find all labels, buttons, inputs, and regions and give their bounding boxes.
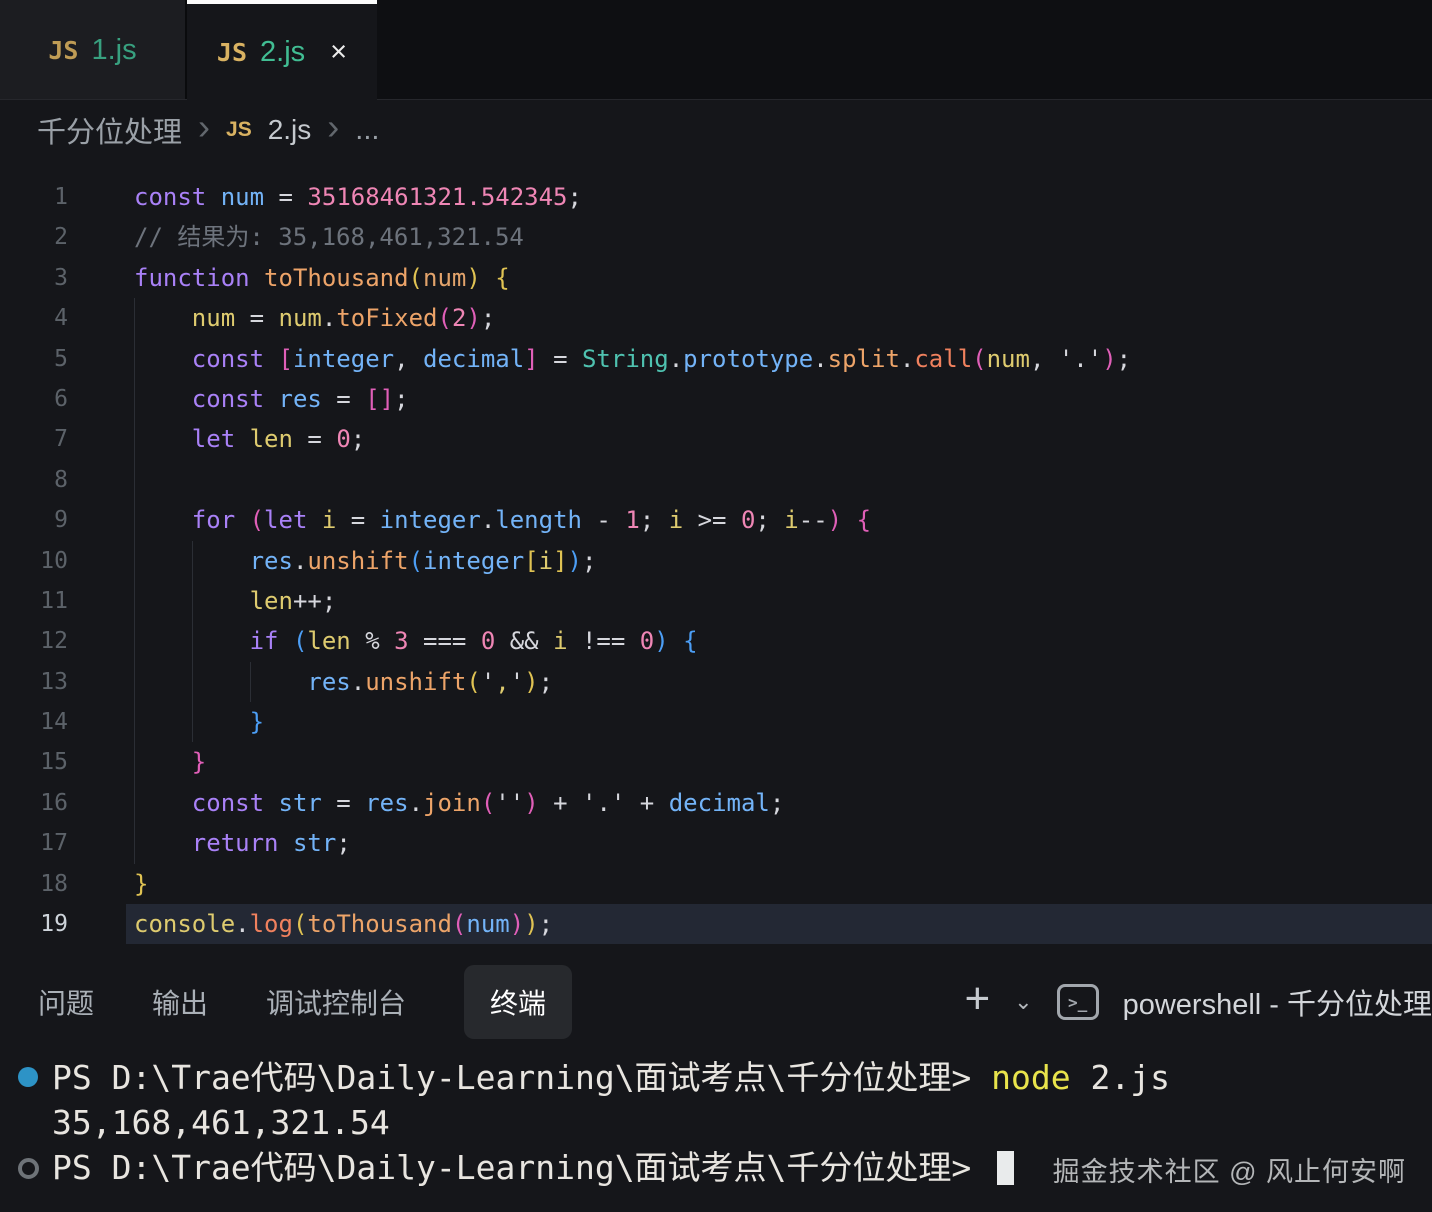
code-text: } bbox=[134, 864, 148, 904]
line-number[interactable]: 4 bbox=[0, 298, 68, 338]
line-number[interactable]: 10 bbox=[0, 541, 68, 581]
line-number[interactable]: 7 bbox=[0, 419, 68, 459]
code-text: console.log(toThousand(num)); bbox=[134, 904, 553, 944]
watermark: 掘金技术社区 @ 风止何安啊 bbox=[1053, 1150, 1406, 1189]
panel-tab-item[interactable]: 输出 bbox=[152, 982, 208, 1022]
code-line-16[interactable]: 16 const str = res.join('') + '.' + deci… bbox=[0, 783, 1432, 823]
line-number[interactable]: 1 bbox=[0, 177, 68, 217]
chevron-down-icon[interactable]: ⌄ bbox=[1014, 989, 1032, 1015]
tab-2js[interactable]: JS 2.js × bbox=[187, 0, 377, 100]
code-line-3[interactable]: 3 function toThousand(num) { bbox=[0, 258, 1432, 298]
terminal-line: 35,168,461,321.54 bbox=[0, 1100, 1432, 1145]
code-line-4[interactable]: 4 num = num.toFixed(2); bbox=[0, 298, 1432, 338]
code-line-2[interactable]: 2 // 结果为: 35,168,461,321.54 bbox=[0, 217, 1432, 257]
breadcrumb-file[interactable]: 2.js bbox=[268, 114, 312, 146]
tab-1js[interactable]: JS 1.js bbox=[0, 0, 187, 100]
command-success-dot bbox=[18, 1067, 38, 1087]
line-number[interactable]: 16 bbox=[0, 783, 68, 823]
code-line-19[interactable]: 19 console.log(toThousand(num)); bbox=[0, 904, 1432, 944]
code-line-18[interactable]: 18} bbox=[0, 864, 1432, 904]
terminal-cursor bbox=[997, 1151, 1014, 1185]
code-text: num = num.toFixed(2); bbox=[134, 298, 495, 338]
code-line-6[interactable]: 6 const res = []; bbox=[0, 379, 1432, 419]
code-line-13[interactable]: 13 res.unshift(','); bbox=[0, 662, 1432, 702]
code-text: const [integer, decimal] = String.protot… bbox=[134, 339, 1131, 379]
line-number[interactable]: 18 bbox=[0, 864, 68, 904]
code-text: const num = 35168461321.542345; bbox=[134, 177, 582, 217]
line-number[interactable]: 14 bbox=[0, 702, 68, 742]
panel-header: 问题 输出 调试控制台 终端 + ⌄ >_ powershell - 千分位处理 bbox=[0, 964, 1432, 1040]
new-terminal-icon[interactable]: + bbox=[964, 974, 990, 1024]
code-line-12[interactable]: 12 if (len % 3 === 0 && i !== 0) { bbox=[0, 621, 1432, 661]
code-line-1[interactable]: 1 const num = 35168461321.542345; bbox=[0, 177, 1432, 217]
line-number[interactable]: 12 bbox=[0, 621, 68, 661]
panel-tab-item[interactable]: 调试控制台 bbox=[266, 982, 406, 1022]
code-text: const res = []; bbox=[134, 379, 409, 419]
js-file-icon: JS bbox=[226, 118, 252, 142]
code-text: if (len % 3 === 0 && i !== 0) { bbox=[134, 621, 698, 661]
code-text: const str = res.join('') + '.' + decimal… bbox=[134, 783, 784, 823]
terminal-line: PS D:\Trae代码\Daily-Learning\面试考点\千分位处理> … bbox=[0, 1055, 1432, 1100]
js-file-icon: JS bbox=[217, 38, 247, 67]
line-number[interactable]: 3 bbox=[0, 258, 68, 298]
breadcrumb: 千分位处理 › JS 2.js › ... bbox=[0, 100, 1432, 160]
tab-1js-label: 1.js bbox=[91, 34, 136, 67]
code-line-15[interactable]: 15 } bbox=[0, 742, 1432, 782]
code-text: function toThousand(num) { bbox=[134, 258, 510, 298]
code-text: res.unshift(','); bbox=[134, 662, 553, 702]
line-number[interactable]: 15 bbox=[0, 742, 68, 782]
breadcrumb-folder[interactable]: 千分位处理 bbox=[37, 109, 182, 151]
code-line-9[interactable]: 9 for (let i = integer.length - 1; i >= … bbox=[0, 500, 1432, 540]
code-text: return str; bbox=[134, 823, 351, 863]
panel-actions: + ⌄ >_ powershell - 千分位处理 bbox=[964, 980, 1432, 1024]
breadcrumb-more[interactable]: ... bbox=[355, 114, 379, 147]
code-line-14[interactable]: 14 } bbox=[0, 702, 1432, 742]
line-number[interactable]: 5 bbox=[0, 339, 68, 379]
code-text: len++; bbox=[134, 581, 336, 621]
code-text: res.unshift(integer[i]); bbox=[134, 541, 596, 581]
code-line-10[interactable]: 10 res.unshift(integer[i]); bbox=[0, 541, 1432, 581]
line-number[interactable]: 17 bbox=[0, 823, 68, 863]
tab-2js-label: 2.js bbox=[260, 36, 305, 69]
tab-bar: JS 1.js JS 2.js × bbox=[0, 0, 1432, 100]
code-line-17[interactable]: 17 return str; bbox=[0, 823, 1432, 863]
code-line-7[interactable]: 7 let len = 0; bbox=[0, 419, 1432, 459]
code-line-5[interactable]: 5 const [integer, decimal] = String.prot… bbox=[0, 339, 1432, 379]
shell-session-label[interactable]: powershell - 千分位处理 bbox=[1123, 981, 1432, 1023]
code-line-8[interactable]: 8 bbox=[0, 460, 1432, 500]
panel-tab-terminal-active[interactable]: 终端 bbox=[464, 965, 572, 1039]
code-text: let len = 0; bbox=[134, 419, 365, 459]
terminal-icon: >_ bbox=[1057, 984, 1099, 1020]
code-line-11[interactable]: 11 len++; bbox=[0, 581, 1432, 621]
line-number[interactable]: 2 bbox=[0, 217, 68, 257]
js-file-icon: JS bbox=[48, 36, 78, 65]
line-number[interactable]: 19 bbox=[0, 904, 68, 944]
panel-tab-item[interactable]: 问题 bbox=[38, 982, 94, 1022]
close-icon[interactable]: × bbox=[330, 36, 347, 69]
code-text: } bbox=[134, 702, 264, 742]
prompt-pending-circle bbox=[18, 1158, 39, 1179]
panel-tabs: 问题 输出 调试控制台 终端 bbox=[0, 965, 572, 1039]
line-number[interactable]: 11 bbox=[0, 581, 68, 621]
code-text: // 结果为: 35,168,461,321.54 bbox=[134, 217, 524, 257]
code-text: for (let i = integer.length - 1; i >= 0;… bbox=[134, 500, 871, 540]
line-number[interactable]: 6 bbox=[0, 379, 68, 419]
editor-window: JS 1.js JS 2.js × 千分位处理 › JS 2.js › ... … bbox=[0, 0, 1432, 1212]
line-number[interactable]: 8 bbox=[0, 460, 68, 500]
code-text: } bbox=[134, 742, 206, 782]
line-number[interactable]: 13 bbox=[0, 662, 68, 702]
code-editor[interactable]: 1 const num = 35168461321.542345; 2 // 结果为:… bbox=[0, 160, 1432, 969]
indent-guide bbox=[134, 460, 135, 500]
line-number[interactable]: 9 bbox=[0, 500, 68, 540]
